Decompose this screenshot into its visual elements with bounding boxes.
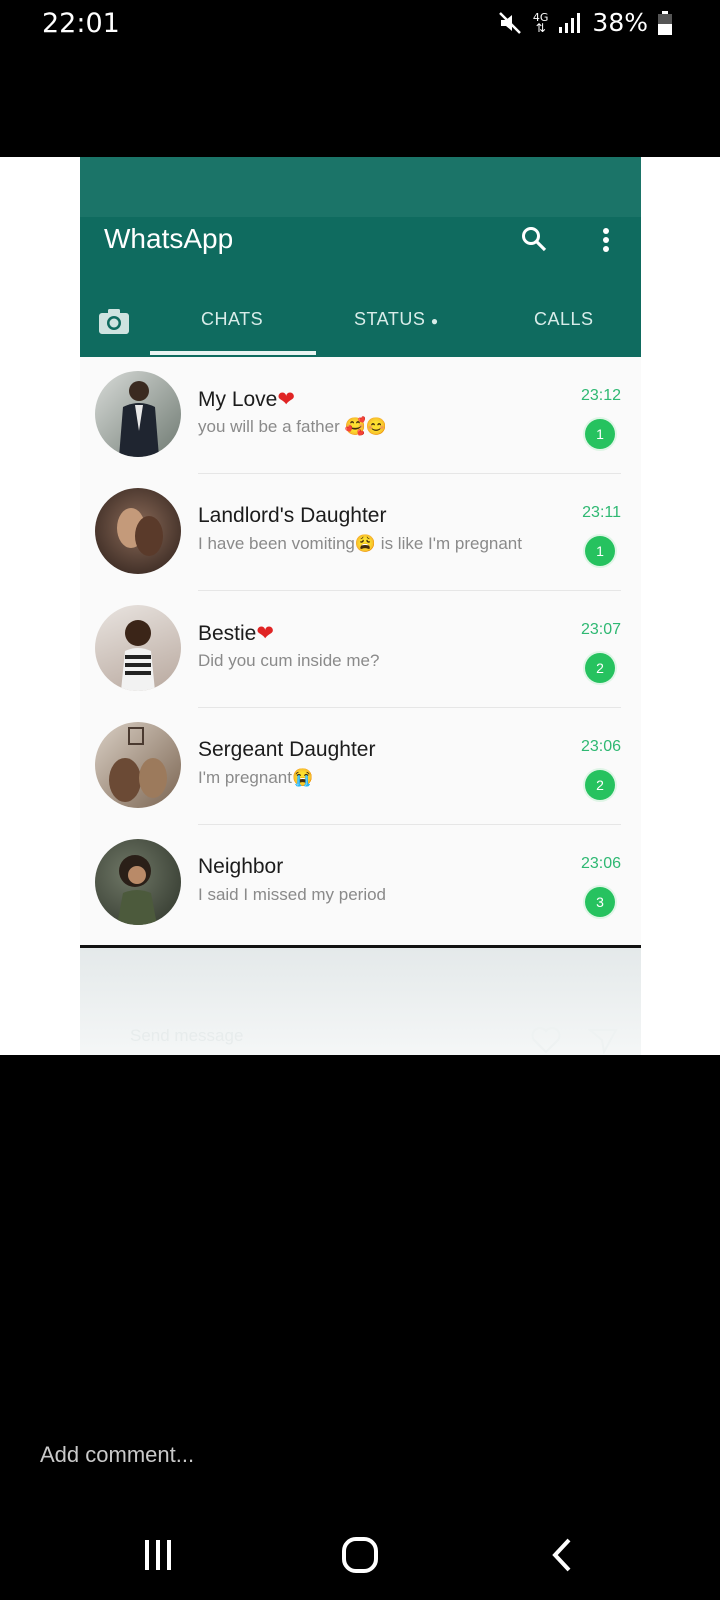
weary-face-icon: 😩 — [354, 534, 377, 553]
message-preview-text: I have been vomiting — [198, 534, 355, 553]
child-image — [121, 620, 155, 691]
avatar — [95, 488, 181, 574]
message-preview-text: I'm pregnant — [198, 768, 292, 787]
battery-percent: 38% — [592, 8, 648, 37]
message-time: 23:07 — [580, 621, 621, 638]
status-time: 22:01 — [42, 8, 120, 39]
message-preview-text-end: is like I'm pregnant — [376, 534, 522, 553]
send-icon — [588, 1029, 618, 1054]
message-time: 23:06 — [580, 855, 621, 872]
avatar — [95, 839, 181, 925]
tab-calls: CALLS — [534, 309, 594, 329]
message-preview-text: you will be a father — [198, 417, 340, 436]
whatsapp-header: WhatsApp CHATS STATUS ● CALLS — [80, 217, 641, 357]
status-dot-icon: ● — [430, 314, 439, 328]
tab-chats: CHATS — [201, 309, 264, 329]
whatsapp-status-strip — [80, 157, 641, 217]
tab-status-label: STATUS — [354, 309, 426, 329]
smiling-face-hearts-icon: 🥰 — [344, 417, 366, 436]
navigation-bar — [0, 1510, 720, 1600]
contact-name: Neighbor — [198, 855, 284, 878]
unread-badge: 3 — [585, 887, 615, 917]
tab-status: STATUS ● — [354, 309, 439, 330]
heart-icon: ❤ — [277, 388, 295, 411]
status-icons: 4G ⇅ 38% — [497, 8, 672, 37]
network-icon: 4G ⇅ — [532, 10, 549, 35]
back-button[interactable] — [532, 1530, 592, 1580]
back-icon — [552, 1538, 571, 1572]
message-preview: you will be a father 🥰😊 — [198, 417, 387, 437]
tab-bar: CHATS STATUS ● CALLS — [80, 295, 641, 357]
room-image — [109, 727, 167, 802]
smiling-face-icon: 😊 — [365, 417, 387, 436]
whatsapp-screen: WhatsApp CHATS STATUS ● CALLS My Love❤ y… — [80, 157, 641, 1055]
message-preview: Did you cum inside me? — [198, 651, 380, 670]
tab-indicator — [150, 351, 316, 355]
avatar — [95, 722, 181, 808]
more-options-icon — [603, 228, 609, 252]
message-time: 23:12 — [580, 387, 621, 404]
heart-icon: ❤ — [256, 622, 274, 645]
chat-row-bestie: Bestie❤ Did you cum inside me? 23:07 2 — [80, 591, 641, 708]
contact-name: My Love❤ — [198, 387, 295, 412]
unread-badge: 2 — [585, 653, 615, 683]
unread-badge: 1 — [585, 419, 615, 449]
add-comment-input[interactable]: Add comment... — [40, 1442, 194, 1468]
signal-icon — [559, 12, 581, 33]
mute-icon — [499, 11, 521, 34]
battery-icon — [658, 10, 672, 35]
avatar — [95, 605, 181, 691]
recent-apps-icon — [145, 1540, 171, 1570]
chat-row-sergeant-daughter: Sergeant Daughter I'm pregnant😭 23:06 2 — [80, 708, 641, 825]
message-preview: I have been vomiting😩 is like I'm pregna… — [198, 534, 522, 554]
home-icon — [342, 1537, 378, 1573]
person-suit-image — [119, 381, 159, 457]
contact-name: Sergeant Daughter — [198, 738, 376, 761]
recent-apps-button[interactable] — [128, 1530, 188, 1580]
home-button[interactable] — [330, 1530, 390, 1580]
unread-badge: 1 — [585, 536, 615, 566]
chat-row-neighbor: Neighbor I said I missed my period 23:06… — [80, 825, 641, 942]
avatar — [95, 371, 181, 457]
app-title: WhatsApp — [104, 223, 234, 254]
unread-badge: 2 — [585, 770, 615, 800]
contact-name: Bestie❤ — [198, 621, 274, 646]
message-preview: I said I missed my period — [198, 885, 387, 904]
contact-name: Landlord's Daughter — [198, 504, 387, 527]
message-time: 23:11 — [582, 504, 621, 521]
search-icon — [522, 227, 547, 252]
camera-icon — [99, 309, 129, 334]
chat-row-landlords-daughter: Landlord's Daughter I have been vomiting… — [80, 474, 641, 591]
woman-image — [117, 855, 157, 925]
message-preview: I'm pregnant😭 — [198, 768, 313, 788]
crying-face-icon: 😭 — [291, 768, 314, 787]
contact-name-text: My Love — [198, 388, 278, 411]
message-time: 23:06 — [580, 738, 621, 755]
contact-name-text: Bestie — [198, 622, 257, 645]
shared-image[interactable]: WhatsApp CHATS STATUS ● CALLS My Love❤ y… — [0, 157, 720, 1055]
send-message-ghost: Send message — [130, 1026, 244, 1045]
status-bar: 22:01 4G ⇅ 38% — [0, 0, 720, 48]
couple-image — [117, 508, 163, 556]
chat-row-my-love: My Love❤ you will be a father 🥰😊 23:12 1 — [80, 357, 641, 474]
screenshot-bottom-strip: Send message — [80, 945, 641, 1055]
heart-outline-icon — [531, 1027, 561, 1054]
